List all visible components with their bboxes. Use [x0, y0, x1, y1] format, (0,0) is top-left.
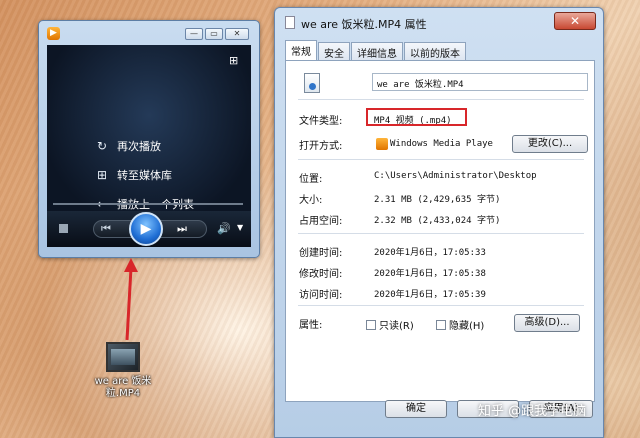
dialog-title: we are 饭米粒.MP4 属性 — [301, 18, 427, 31]
tab-previous-versions[interactable]: 以前的版本 — [404, 42, 466, 60]
attributes-label: 属性: — [299, 320, 323, 331]
size-label: 大小: — [299, 195, 323, 206]
open-with-value: Windows Media Playe — [390, 139, 493, 149]
tab-security[interactable]: 安全 — [318, 42, 350, 60]
checkbox-box[interactable] — [366, 319, 376, 330]
watermark: 知乎 @跟我学电脑 — [478, 404, 587, 419]
divider — [298, 159, 584, 160]
open-with-label: 打开方式: — [299, 141, 343, 152]
properties-dialog[interactable]: we are 饭米粒.MP4 属性 ✕ 常规 安全 详细信息 以前的版本 we … — [274, 7, 604, 438]
file-type-highlight-box — [366, 108, 467, 126]
tab-general[interactable]: 常规 — [285, 40, 317, 60]
hidden-checkbox[interactable]: 隐藏(H) — [436, 317, 484, 332]
hidden-checkbox-label: 隐藏(H) — [449, 321, 485, 332]
location-label: 位置: — [299, 174, 323, 185]
file-icon — [285, 16, 295, 29]
advanced-button[interactable]: 高级(D)... — [514, 314, 580, 332]
checkbox-box[interactable] — [436, 319, 446, 330]
created-value: 2020年1月6日，17:05:33 — [374, 248, 486, 258]
location-value: C:\Users\Administrator\Desktop — [374, 171, 537, 181]
accessed-value: 2020年1月6日，17:05:39 — [374, 290, 486, 300]
arrow-to-player — [125, 267, 133, 341]
file-type-label: 文件类型: — [299, 116, 343, 127]
created-label: 创建时间: — [299, 248, 343, 259]
tab-details[interactable]: 详细信息 — [351, 42, 403, 60]
arrow-head-player — [124, 258, 138, 272]
divider — [298, 233, 584, 234]
readonly-checkbox-label: 只读(R) — [379, 321, 414, 332]
general-tab-panel: we are 饭米粒.MP4 文件类型: MP4 视频 (.mp4) 打开方式:… — [285, 60, 595, 402]
divider — [298, 99, 584, 100]
divider — [298, 305, 584, 306]
readonly-checkbox[interactable]: 只读(R) — [366, 317, 414, 332]
size-value: 2.31 MB (2,429,635 字节) — [374, 195, 501, 205]
dialog-close-button[interactable]: ✕ — [554, 12, 596, 30]
change-button[interactable]: 更改(C)... — [512, 135, 588, 153]
disk-size-value: 2.32 MB (2,433,024 字节) — [374, 216, 501, 226]
modified-value: 2020年1月6日，17:05:38 — [374, 269, 486, 279]
accessed-label: 访问时间: — [299, 290, 343, 301]
disk-size-label: 占用空间: — [299, 216, 343, 227]
dialog-tabs: 常规 安全 详细信息 以前的版本 — [285, 40, 467, 60]
media-player-small-icon — [376, 138, 388, 150]
ok-button[interactable]: 确定 — [385, 400, 447, 418]
modified-label: 修改时间: — [299, 269, 343, 280]
video-file-icon — [304, 73, 320, 93]
filename-input[interactable]: we are 饭米粒.MP4 — [372, 73, 588, 91]
dialog-titlebar[interactable]: we are 饭米粒.MP4 属性 ✕ — [275, 8, 603, 36]
